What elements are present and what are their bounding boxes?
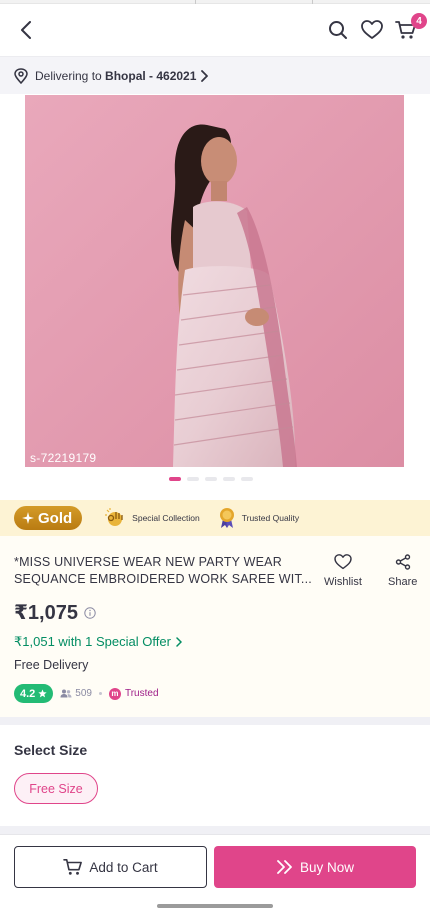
heart-icon (361, 20, 383, 39)
add-to-cart-label: Add to Cart (89, 859, 158, 875)
separator-dot (98, 692, 102, 695)
carousel-dot[interactable] (223, 477, 235, 481)
select-size-heading: Select Size (14, 742, 88, 758)
ok-hand-icon (105, 508, 123, 526)
price-value: ₹1,075 (14, 602, 78, 624)
product-image[interactable]: s-72219179 (25, 95, 404, 467)
delivery-location-bar[interactable]: Delivering to Bhopal - 462021 (0, 56, 430, 94)
delivery-prefix: Delivering to (35, 68, 106, 83)
chevron-right-icon (201, 69, 209, 82)
wishlist-header-button[interactable] (360, 18, 384, 42)
share-icon (395, 554, 410, 570)
star-icon (38, 689, 47, 698)
product-price: ₹1,075 (14, 600, 96, 625)
sparkle-icon (22, 512, 34, 524)
gold-label: Gold (38, 509, 73, 527)
special-offer-link[interactable]: ₹1,051 with 1 Special Offer (14, 634, 182, 650)
product-title: *MISS UNIVERSE WEAR NEW PARTY WEAR SEQUA… (14, 555, 312, 586)
trusted-quality-feature: Trusted Quality (218, 507, 299, 529)
carousel-dot[interactable] (187, 477, 199, 481)
home-indicator[interactable] (157, 904, 273, 908)
search-button[interactable] (326, 18, 350, 42)
cart-count-badge: 4 (411, 13, 427, 29)
delivery-location: Bhopal - 462021 (105, 68, 197, 83)
delivery-text: Delivering to Bhopal - 462021 (35, 69, 196, 83)
size-selector-section: Select Size Free Size (0, 725, 430, 826)
size-option-free[interactable]: Free Size (14, 773, 98, 804)
heart-icon (334, 554, 352, 570)
double-chevron-right-icon (277, 860, 292, 874)
cart-icon (63, 858, 83, 875)
bottom-action-bar: Add to Cart Buy Now (0, 834, 430, 916)
share-button[interactable]: Share (388, 554, 417, 588)
special-collection-label: Special Collection (132, 513, 200, 523)
free-delivery-label: Free Delivery (14, 658, 89, 672)
meesho-logo-icon: m (108, 687, 121, 700)
review-count-value: 509 (75, 688, 92, 699)
image-code-watermark: s-72219179 (30, 451, 97, 465)
chevron-right-icon (176, 637, 182, 647)
add-to-cart-button[interactable]: Add to Cart (14, 846, 207, 888)
trusted-quality-label: Trusted Quality (241, 513, 300, 523)
app-header: 4 (0, 4, 430, 56)
info-icon[interactable] (84, 606, 96, 619)
share-label: Share (388, 576, 418, 588)
rating-badge[interactable]: 4.2 (14, 684, 54, 703)
buy-now-button[interactable]: Buy Now (214, 846, 416, 888)
carousel-dot[interactable] (241, 477, 253, 481)
chevron-left-icon (21, 21, 31, 39)
award-ribbon-icon (219, 508, 234, 528)
saree-model-illustration (25, 95, 404, 467)
users-icon (60, 689, 72, 698)
section-divider (0, 717, 430, 725)
rating-value: 4.2 (20, 687, 36, 700)
review-count[interactable]: 509 (60, 688, 92, 699)
section-divider (0, 826, 430, 834)
trusted-label: Trusted (124, 688, 159, 699)
gold-banner[interactable]: Gold Special Collection Trusted Quality (0, 500, 430, 536)
search-icon (329, 21, 347, 39)
image-carousel-dots (169, 477, 253, 481)
location-pin-icon (14, 67, 28, 84)
buy-now-label: Buy Now (299, 859, 355, 875)
cart-button[interactable]: 4 (394, 13, 427, 42)
gold-badge: Gold (14, 506, 83, 530)
carousel-dot[interactable] (205, 477, 217, 481)
rating-row: 4.2 509 m Trusted (14, 684, 159, 703)
offer-text: ₹1,051 with 1 Special Offer (14, 634, 171, 649)
back-button[interactable] (14, 18, 38, 42)
wishlist-button[interactable]: Wishlist (324, 554, 362, 588)
wishlist-label: Wishlist (324, 576, 362, 588)
special-collection-feature: Special Collection (104, 507, 200, 529)
trusted-badge: m Trusted (108, 687, 159, 700)
carousel-dot[interactable] (169, 477, 181, 481)
product-details: *MISS UNIVERSE WEAR NEW PARTY WEAR SEQUA… (0, 536, 430, 717)
